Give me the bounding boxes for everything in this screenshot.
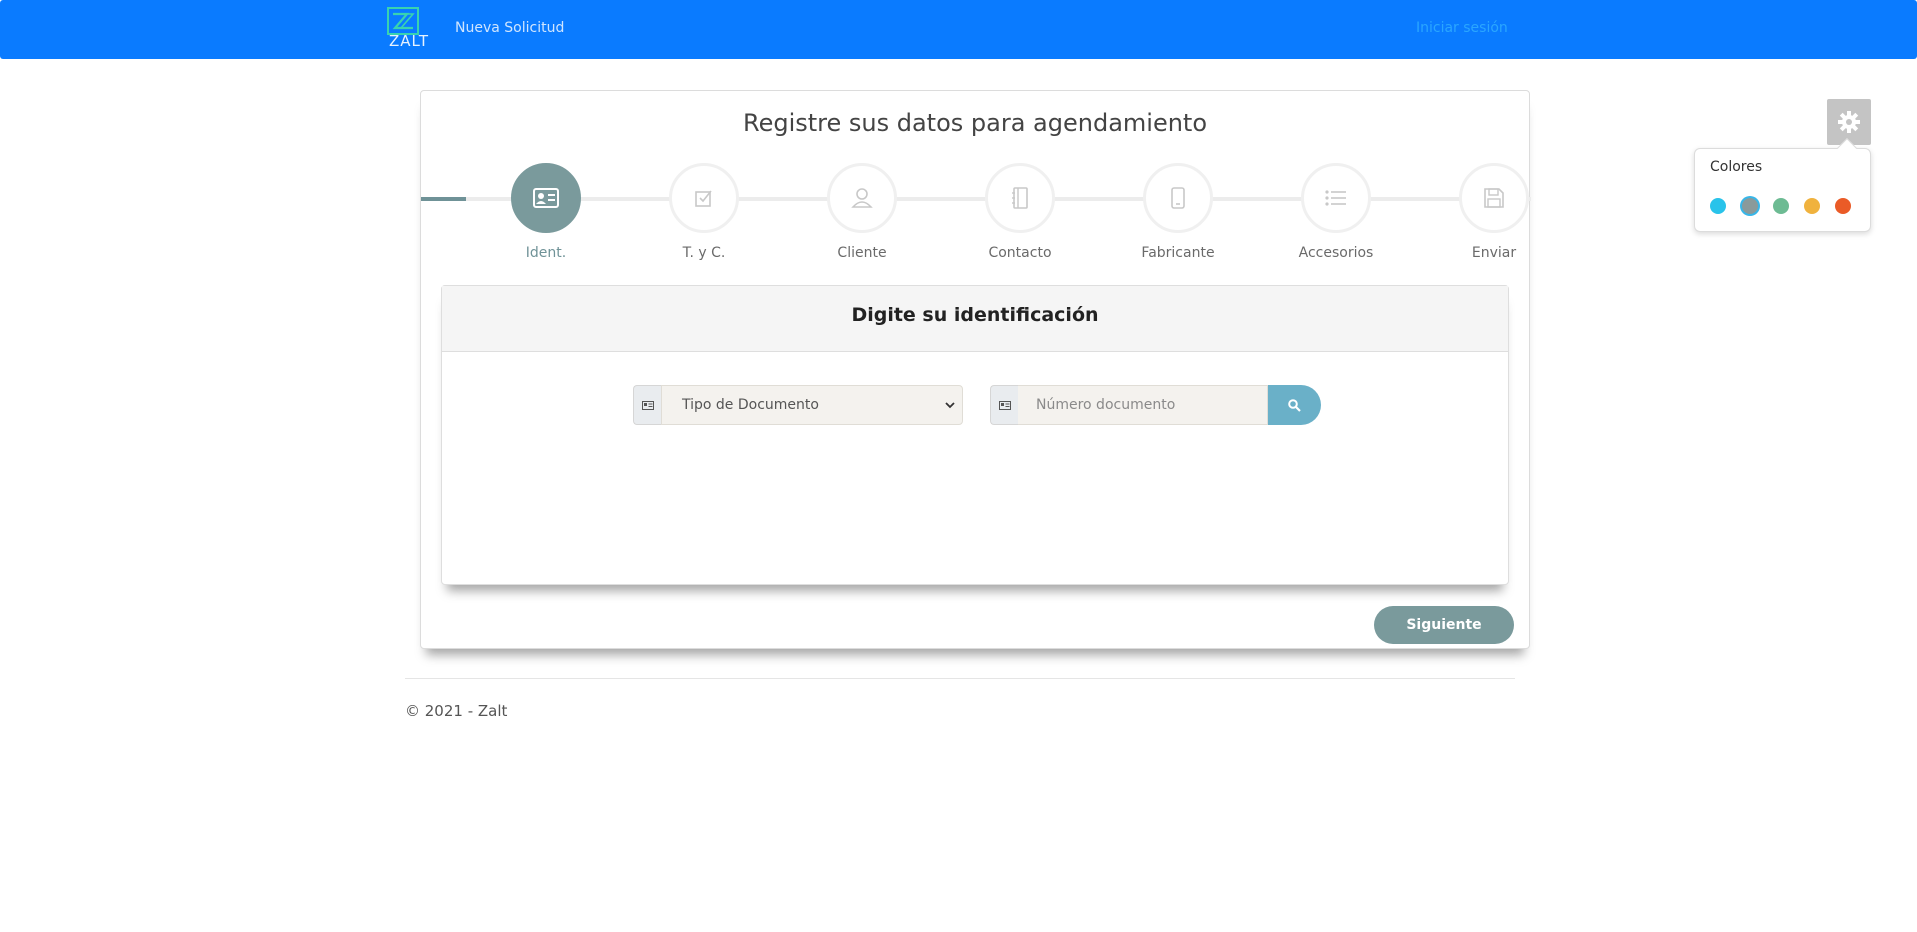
- footer-copyright: © 2021 - Zalt: [405, 702, 508, 720]
- color-swatch-green[interactable]: [1773, 198, 1789, 214]
- doc-type-group: Tipo de Documento: [633, 385, 963, 425]
- step-ident[interactable]: Ident.: [481, 163, 611, 263]
- search-button[interactable]: [1268, 385, 1321, 425]
- chevron-down-icon: [945, 402, 955, 409]
- step-enviar-label: Enviar: [1471, 245, 1517, 261]
- color-swatch-orange[interactable]: [1835, 198, 1851, 214]
- zalt-logo-icon: [387, 7, 419, 35]
- address-book-icon: [1012, 187, 1028, 209]
- step-enviar[interactable]: Enviar: [1429, 163, 1559, 263]
- step-terms-label: T. y C.: [682, 245, 726, 261]
- stepper-progress: [421, 197, 466, 201]
- search-icon: [1288, 398, 1301, 412]
- step-accesorios-circle[interactable]: [1301, 163, 1371, 233]
- login-link[interactable]: Iniciar sesión: [1416, 20, 1508, 36]
- brand-text: ZALT: [389, 32, 429, 50]
- step-cliente[interactable]: Cliente: [797, 163, 927, 263]
- step-enviar-circle[interactable]: [1459, 163, 1529, 233]
- step-fabricante-circle[interactable]: [1143, 163, 1213, 233]
- step-ident-circle[interactable]: [511, 163, 581, 233]
- color-swatch-cyan[interactable]: [1710, 198, 1726, 214]
- step-terms[interactable]: T. y C.: [639, 163, 769, 263]
- panel-title: Digite su identificación: [851, 304, 1099, 326]
- step-cliente-label: Cliente: [837, 245, 887, 261]
- registration-card: Registre sus datos para agendamiento Ide…: [420, 90, 1531, 649]
- step-fabricante-label: Fabricante: [1141, 245, 1215, 261]
- nav-link-nueva-solicitud[interactable]: Nueva Solicitud: [455, 20, 564, 36]
- user-icon: [851, 188, 873, 208]
- id-card-icon: [533, 188, 559, 208]
- next-button[interactable]: Siguiente: [1374, 606, 1514, 644]
- step-ident-label: Ident.: [525, 245, 567, 261]
- checkbox-icon: [695, 190, 712, 207]
- gear-icon: [1838, 111, 1860, 133]
- step-contacto-circle[interactable]: [985, 163, 1055, 233]
- doc-number-input[interactable]: Número documento: [1018, 385, 1268, 425]
- mobile-icon: [1171, 187, 1185, 209]
- color-popover: Colores: [1694, 148, 1871, 232]
- doc-number-addon: [990, 385, 1018, 425]
- step-contacto-label: Contacto: [988, 245, 1052, 261]
- color-swatch-yellow[interactable]: [1804, 198, 1820, 214]
- step-terms-circle[interactable]: [669, 163, 739, 233]
- identification-panel: Digite su identificación Tipo de Documen…: [441, 285, 1509, 585]
- doc-type-addon: [633, 385, 661, 425]
- step-accesorios[interactable]: Accesorios: [1271, 163, 1401, 263]
- footer-divider: [405, 678, 1515, 679]
- save-icon: [1484, 188, 1504, 208]
- doc-type-select-value: Tipo de Documento: [682, 397, 819, 413]
- list-icon: [1325, 190, 1346, 206]
- doc-type-select[interactable]: Tipo de Documento: [661, 385, 963, 425]
- theme-settings-button[interactable]: [1827, 99, 1871, 145]
- step-fabricante[interactable]: Fabricante: [1113, 163, 1243, 263]
- panel-header: Digite su identificación: [442, 286, 1508, 352]
- step-cliente-circle[interactable]: [827, 163, 897, 233]
- step-accesorios-label: Accesorios: [1298, 245, 1374, 261]
- page-title: Registre sus datos para agendamiento: [742, 109, 1208, 137]
- top-navbar: ZALT Nueva Solicitud Iniciar sesión: [0, 0, 1917, 59]
- id-card-icon: [641, 400, 654, 410]
- color-popover-title: Colores: [1710, 159, 1763, 175]
- color-swatch-gray[interactable]: [1742, 198, 1758, 214]
- id-card-icon: [998, 400, 1011, 410]
- step-contacto[interactable]: Contacto: [955, 163, 1085, 263]
- doc-number-group: Número documento: [990, 385, 1321, 425]
